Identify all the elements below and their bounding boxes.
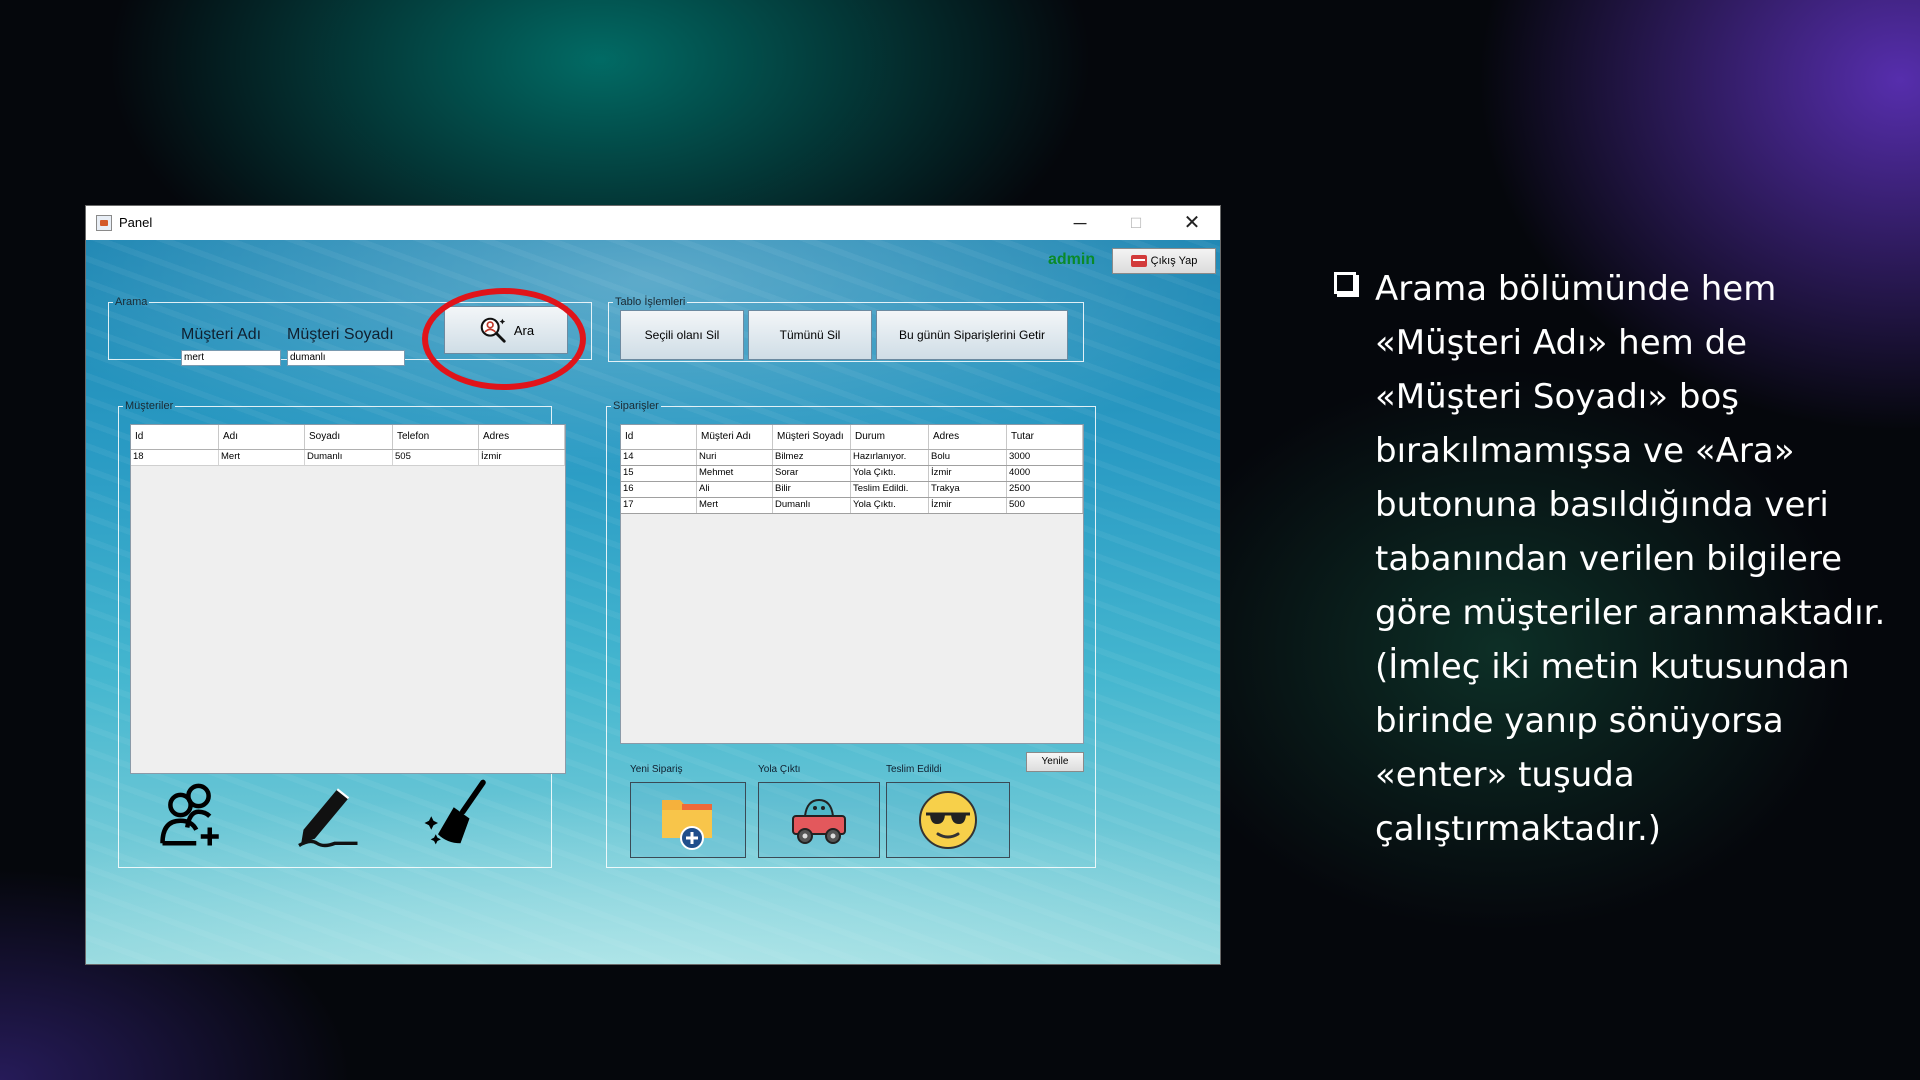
table-cell: Hazırlanıyor. [851, 450, 929, 465]
edit-pencil-icon[interactable] [290, 778, 362, 850]
clean-broom-icon[interactable] [420, 778, 492, 850]
table-row[interactable]: 14 Nuri Bilmez Hazırlanıyor. Bolu 3000 [621, 450, 1083, 466]
logout-label: Çıkış Yap [1150, 255, 1198, 267]
first-name-label: Müşteri Adı [181, 326, 262, 343]
table-cell: Ali [697, 482, 773, 497]
table-cell: 17 [621, 498, 697, 513]
panel-window: Panel ─ ☐ ✕ admin Çıkış Yap Arama Müşter… [86, 206, 1220, 964]
maximize-button[interactable]: ☐ [1108, 206, 1164, 240]
delivered-label: Teslim Edildi [886, 764, 942, 775]
sunglasses-smiley-icon [919, 791, 977, 849]
new-order-button[interactable] [630, 782, 746, 858]
last-name-input[interactable]: dumanlı [287, 350, 405, 366]
table-ops-legend: Tablo İşlemleri [615, 296, 686, 308]
todays-orders-button[interactable]: Bu günün Siparişlerini Getir [876, 310, 1068, 360]
column-header[interactable]: Id [131, 425, 219, 449]
table-cell: Mert [697, 498, 773, 513]
checkbox-bullet-icon [1334, 272, 1356, 294]
column-header[interactable]: Tutar [1007, 425, 1083, 449]
table-cell: İzmir [929, 466, 1007, 481]
minimize-button[interactable]: ─ [1052, 206, 1108, 240]
new-order-label: Yeni Sipariş [630, 764, 683, 775]
customers-table[interactable]: Id Adı Soyadı Telefon Adres 18 Mert Duma… [130, 424, 566, 774]
table-cell: 4000 [1007, 466, 1083, 481]
table-cell: Dumanlı [773, 498, 851, 513]
column-header[interactable]: Soyadı [305, 425, 393, 449]
table-cell: Mehmet [697, 466, 773, 481]
delivery-car-icon [792, 798, 846, 844]
column-header[interactable]: Durum [851, 425, 929, 449]
orders-legend: Siparişler [613, 400, 659, 412]
panel-client-area: admin Çıkış Yap Arama Müşteri Adı Müşter… [86, 240, 1220, 964]
table-row[interactable]: 15 Mehmet Sorar Yola Çıktı. İzmir 4000 [621, 466, 1083, 482]
exit-icon [1130, 255, 1147, 267]
customers-legend: Müşteriler [125, 400, 174, 412]
table-cell: Teslim Edildi. [851, 482, 929, 497]
title-bar[interactable]: Panel ─ ☐ ✕ [86, 206, 1220, 240]
table-cell: İzmir [479, 450, 565, 465]
add-user-icon[interactable] [158, 778, 230, 850]
table-cell: Mert [219, 450, 305, 465]
table-cell: 500 [1007, 498, 1083, 513]
column-header[interactable]: Telefon [393, 425, 479, 449]
column-header[interactable]: Adı [219, 425, 305, 449]
table-cell: Bilmez [773, 450, 851, 465]
table-cell: 505 [393, 450, 479, 465]
table-cell: Dumanlı [305, 450, 393, 465]
table-cell: 18 [131, 450, 219, 465]
table-cell: İzmir [929, 498, 1007, 513]
column-header[interactable]: Id [621, 425, 697, 449]
table-cell: Yola Çıktı. [851, 466, 929, 481]
close-button[interactable]: ✕ [1164, 206, 1220, 240]
search-user-icon [480, 317, 506, 343]
table-cell: 14 [621, 450, 697, 465]
table-cell: 15 [621, 466, 697, 481]
logout-button[interactable]: Çıkış Yap [1112, 248, 1216, 274]
table-cell: Nuri [697, 450, 773, 465]
last-name-label: Müşteri Soyadı [287, 326, 394, 343]
column-header[interactable]: Adres [929, 425, 1007, 449]
table-cell: 3000 [1007, 450, 1083, 465]
table-cell: Trakya [929, 482, 1007, 497]
search-button[interactable]: Ara [444, 306, 568, 354]
new-folder-icon [662, 800, 712, 850]
search-legend: Arama [115, 296, 148, 308]
table-cell: Yola Çıktı. [851, 498, 929, 513]
delete-all-button[interactable]: Tümünü Sil [748, 310, 872, 360]
delivered-button[interactable] [886, 782, 1010, 858]
first-name-input[interactable]: mert [181, 350, 281, 366]
search-button-label: Ara [513, 322, 535, 338]
orders-table[interactable]: Id Müşteri Adı Müşteri Soyadı Durum Adre… [620, 424, 1084, 744]
renew-button[interactable]: Yenile [1026, 752, 1084, 772]
table-row[interactable]: 18 Mert Dumanlı 505 İzmir [131, 450, 565, 466]
table-cell: Bolu [929, 450, 1007, 465]
table-cell: 16 [621, 482, 697, 497]
current-user-label: admin [1048, 251, 1096, 268]
column-header[interactable]: Adres [479, 425, 565, 449]
orders-table-header: Id Müşteri Adı Müşteri Soyadı Durum Adre… [621, 425, 1083, 450]
table-cell: Sorar [773, 466, 851, 481]
column-header[interactable]: Müşteri Adı [697, 425, 773, 449]
table-cell: Bilir [773, 482, 851, 497]
java-app-icon [96, 215, 112, 231]
explanation-block: Arama bölümünde hem «Müşteri Adı» hem de… [1334, 262, 1894, 856]
table-cell: 2500 [1007, 482, 1083, 497]
delete-selected-button[interactable]: Seçili olanı Sil [620, 310, 744, 360]
customers-table-header: Id Adı Soyadı Telefon Adres [131, 425, 565, 450]
window-title: Panel [119, 215, 153, 230]
table-row[interactable]: 16 Ali Bilir Teslim Edildi. Trakya 2500 [621, 482, 1083, 498]
explanation-text: Arama bölümünde hem «Müşteri Adı» hem de… [1375, 269, 1886, 849]
column-header[interactable]: Müşteri Soyadı [773, 425, 851, 449]
on-the-way-label: Yola Çıktı [758, 764, 801, 775]
on-the-way-button[interactable] [758, 782, 880, 858]
table-row[interactable]: 17 Mert Dumanlı Yola Çıktı. İzmir 500 [621, 498, 1083, 514]
